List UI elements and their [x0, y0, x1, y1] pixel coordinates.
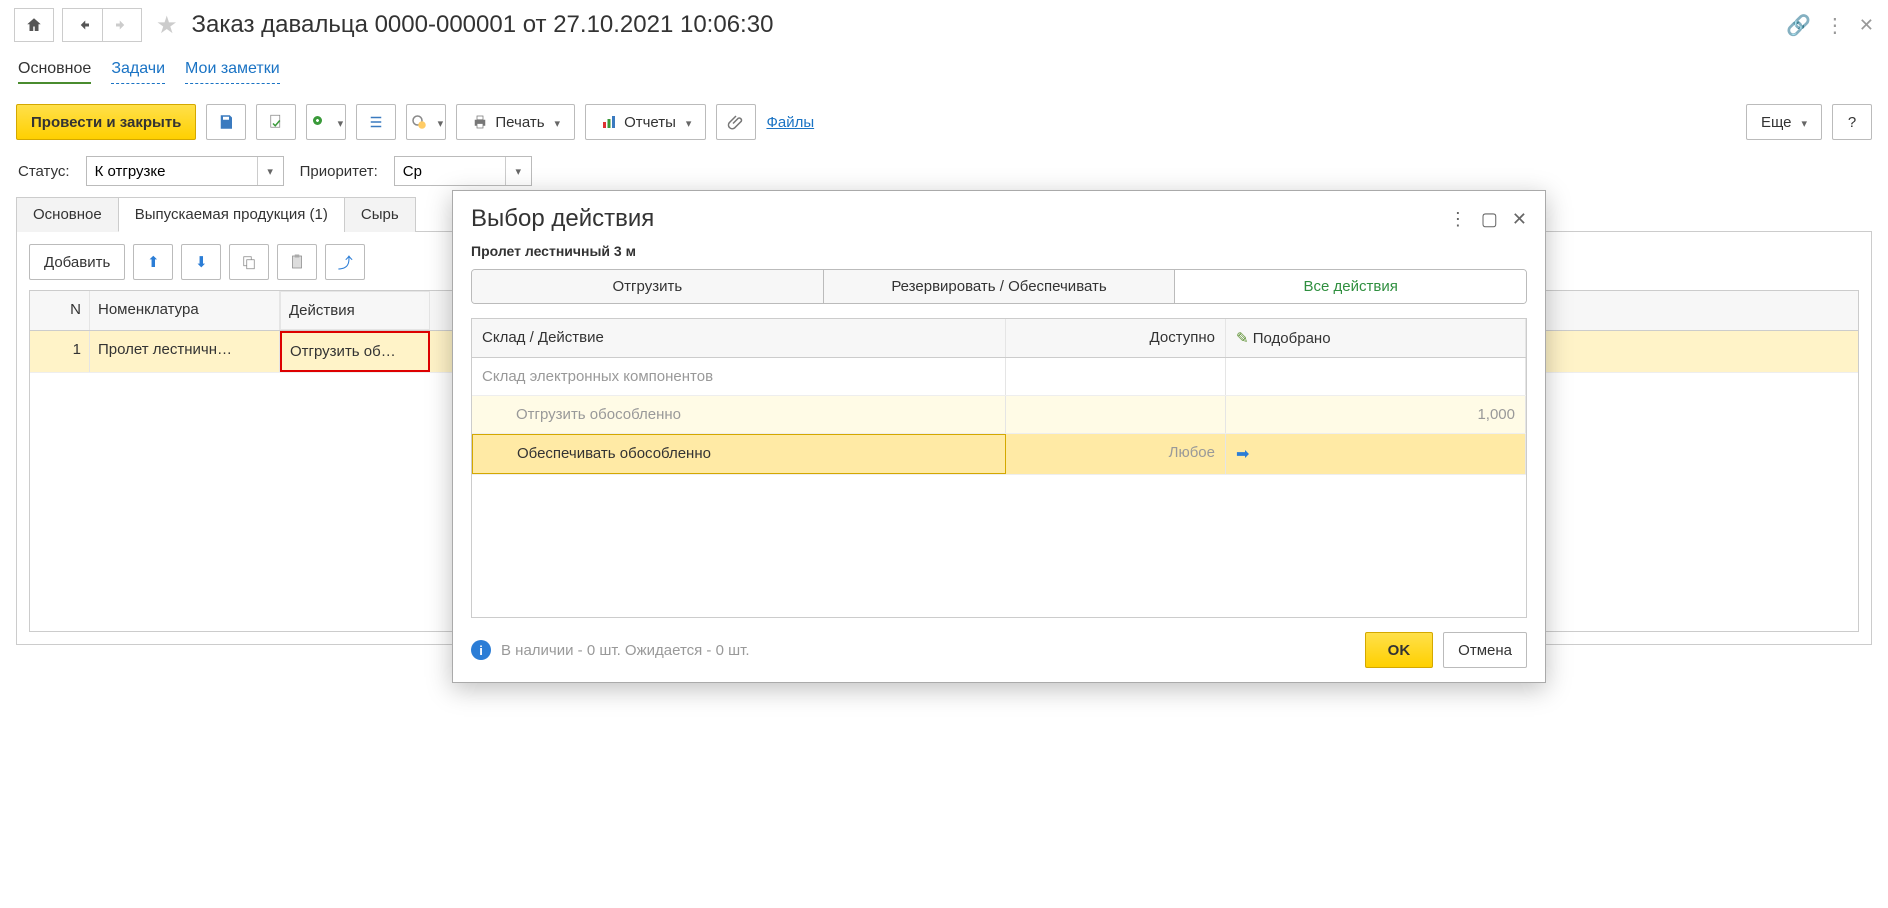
paste-button[interactable]	[277, 244, 317, 280]
subnav-main[interactable]: Основное	[18, 60, 91, 84]
arrow-right-icon	[113, 16, 131, 34]
copy-icon	[240, 253, 258, 271]
files-link[interactable]: Файлы	[766, 114, 814, 131]
action-dialog: Выбор действия ⋮ ▢ ✕ Пролет лестничный 3…	[452, 190, 1546, 683]
home-icon	[25, 16, 43, 34]
more-button[interactable]: Еще	[1746, 104, 1822, 140]
nav-back-button[interactable]	[62, 8, 102, 42]
dlg-col-action[interactable]: Склад / Действие	[472, 319, 1006, 357]
dlg-row-ship[interactable]: Отгрузить обособленно 1,000	[472, 396, 1526, 434]
close-icon[interactable]: ✕	[1859, 15, 1874, 36]
dlg-row-provide[interactable]: Обеспечивать обособленно Любое ➡	[472, 434, 1526, 475]
dlg-col-available[interactable]: Доступно	[1006, 319, 1226, 357]
branch-icon: ⤴	[338, 252, 353, 273]
gear-clock-icon	[410, 113, 428, 131]
move-down-button[interactable]: ⬇	[181, 244, 221, 280]
dialog-kebab-icon[interactable]: ⋮	[1449, 209, 1467, 230]
seg-reserve[interactable]: Резервировать / Обеспечивать	[824, 270, 1176, 303]
pencil-icon: ✎	[1236, 330, 1249, 347]
info-icon: i	[471, 640, 491, 660]
tab-raw[interactable]: Сырь	[344, 197, 416, 232]
subnav-tasks[interactable]: Задачи	[111, 60, 165, 84]
tab-main[interactable]: Основное	[16, 197, 119, 232]
status-dropdown-icon[interactable]: ▾	[257, 157, 283, 185]
seg-ship[interactable]: Отгрузить	[472, 270, 824, 303]
action-segment: Отгрузить Резервировать / Обеспечивать В…	[471, 269, 1527, 304]
fill-button[interactable]: ⤴	[325, 244, 365, 280]
create-arrow-icon	[310, 113, 328, 131]
page-title: Заказ давальца 0000-000001 от 27.10.2021…	[192, 11, 774, 39]
priority-input[interactable]	[395, 157, 505, 185]
tab-products[interactable]: Выпускаемая продукция (1)	[118, 197, 345, 232]
dialog-maximize-icon[interactable]: ▢	[1481, 209, 1498, 230]
arrow-left-icon	[74, 16, 92, 34]
arrow-up-icon: ⬆	[147, 253, 160, 271]
kebab-icon[interactable]: ⋮	[1825, 13, 1845, 38]
attach-button[interactable]	[716, 104, 756, 140]
home-button[interactable]	[14, 8, 54, 42]
link-icon[interactable]: 🔗	[1786, 13, 1811, 38]
dlg-col-picked[interactable]: ✎ Подобрано	[1226, 319, 1526, 357]
status-combo[interactable]: ▾	[86, 156, 284, 186]
dlg-group-row[interactable]: Склад электронных компонентов	[472, 358, 1526, 396]
save-icon	[217, 113, 235, 131]
paste-icon	[288, 253, 306, 271]
cell-nomenclature: Пролет лестничн…	[90, 331, 280, 372]
grid-header-nomenclature[interactable]: Номенклатура	[90, 291, 280, 330]
cell-action[interactable]: Отгрузить об…	[280, 331, 430, 372]
status-input[interactable]	[87, 157, 257, 185]
create-based-button[interactable]	[306, 104, 346, 140]
post-and-close-button[interactable]: Провести и закрыть	[16, 104, 196, 140]
arrow-right-blue-icon[interactable]: ➡	[1236, 446, 1249, 463]
chart-icon	[600, 113, 618, 131]
printer-icon	[471, 113, 489, 131]
cell-n: 1	[30, 331, 90, 372]
help-button[interactable]: ?	[1832, 104, 1872, 140]
dialog-grid: Склад / Действие Доступно ✎ Подобрано Ск…	[471, 318, 1527, 618]
dialog-subtitle: Пролет лестничный 3 м	[453, 239, 1545, 269]
dialog-footer-info: В наличии - 0 шт. Ожидается - 0 шт.	[501, 642, 750, 659]
cancel-button[interactable]: Отмена	[1443, 632, 1527, 668]
reports-button[interactable]: Отчеты	[585, 104, 706, 140]
nav-forward-button[interactable]	[102, 8, 142, 42]
dialog-title: Выбор действия	[471, 205, 1449, 233]
grid-header-actions[interactable]: Действия	[280, 291, 430, 330]
dialog-close-icon[interactable]: ✕	[1512, 209, 1527, 230]
status-label: Статус:	[18, 163, 70, 180]
list-button[interactable]	[356, 104, 396, 140]
paperclip-icon	[727, 113, 745, 131]
add-button[interactable]: Добавить	[29, 244, 125, 280]
arrow-down-icon: ⬇	[195, 253, 208, 271]
print-button[interactable]: Печать	[456, 104, 575, 140]
priority-dropdown-icon[interactable]: ▾	[505, 157, 531, 185]
post-button[interactable]	[256, 104, 296, 140]
save-button[interactable]	[206, 104, 246, 140]
document-check-icon	[267, 113, 285, 131]
settings-dropdown-button[interactable]	[406, 104, 446, 140]
move-up-button[interactable]: ⬆	[133, 244, 173, 280]
ok-button[interactable]: OK	[1365, 632, 1434, 668]
seg-all[interactable]: Все действия	[1175, 270, 1526, 303]
copy-button[interactable]	[229, 244, 269, 280]
grid-header-n[interactable]: N	[30, 291, 90, 330]
subnav-notes[interactable]: Мои заметки	[185, 60, 280, 84]
priority-label: Приоритет:	[300, 163, 378, 180]
list-icon	[367, 113, 385, 131]
priority-combo[interactable]: ▾	[394, 156, 532, 186]
favorite-star-icon[interactable]: ★	[156, 11, 178, 40]
